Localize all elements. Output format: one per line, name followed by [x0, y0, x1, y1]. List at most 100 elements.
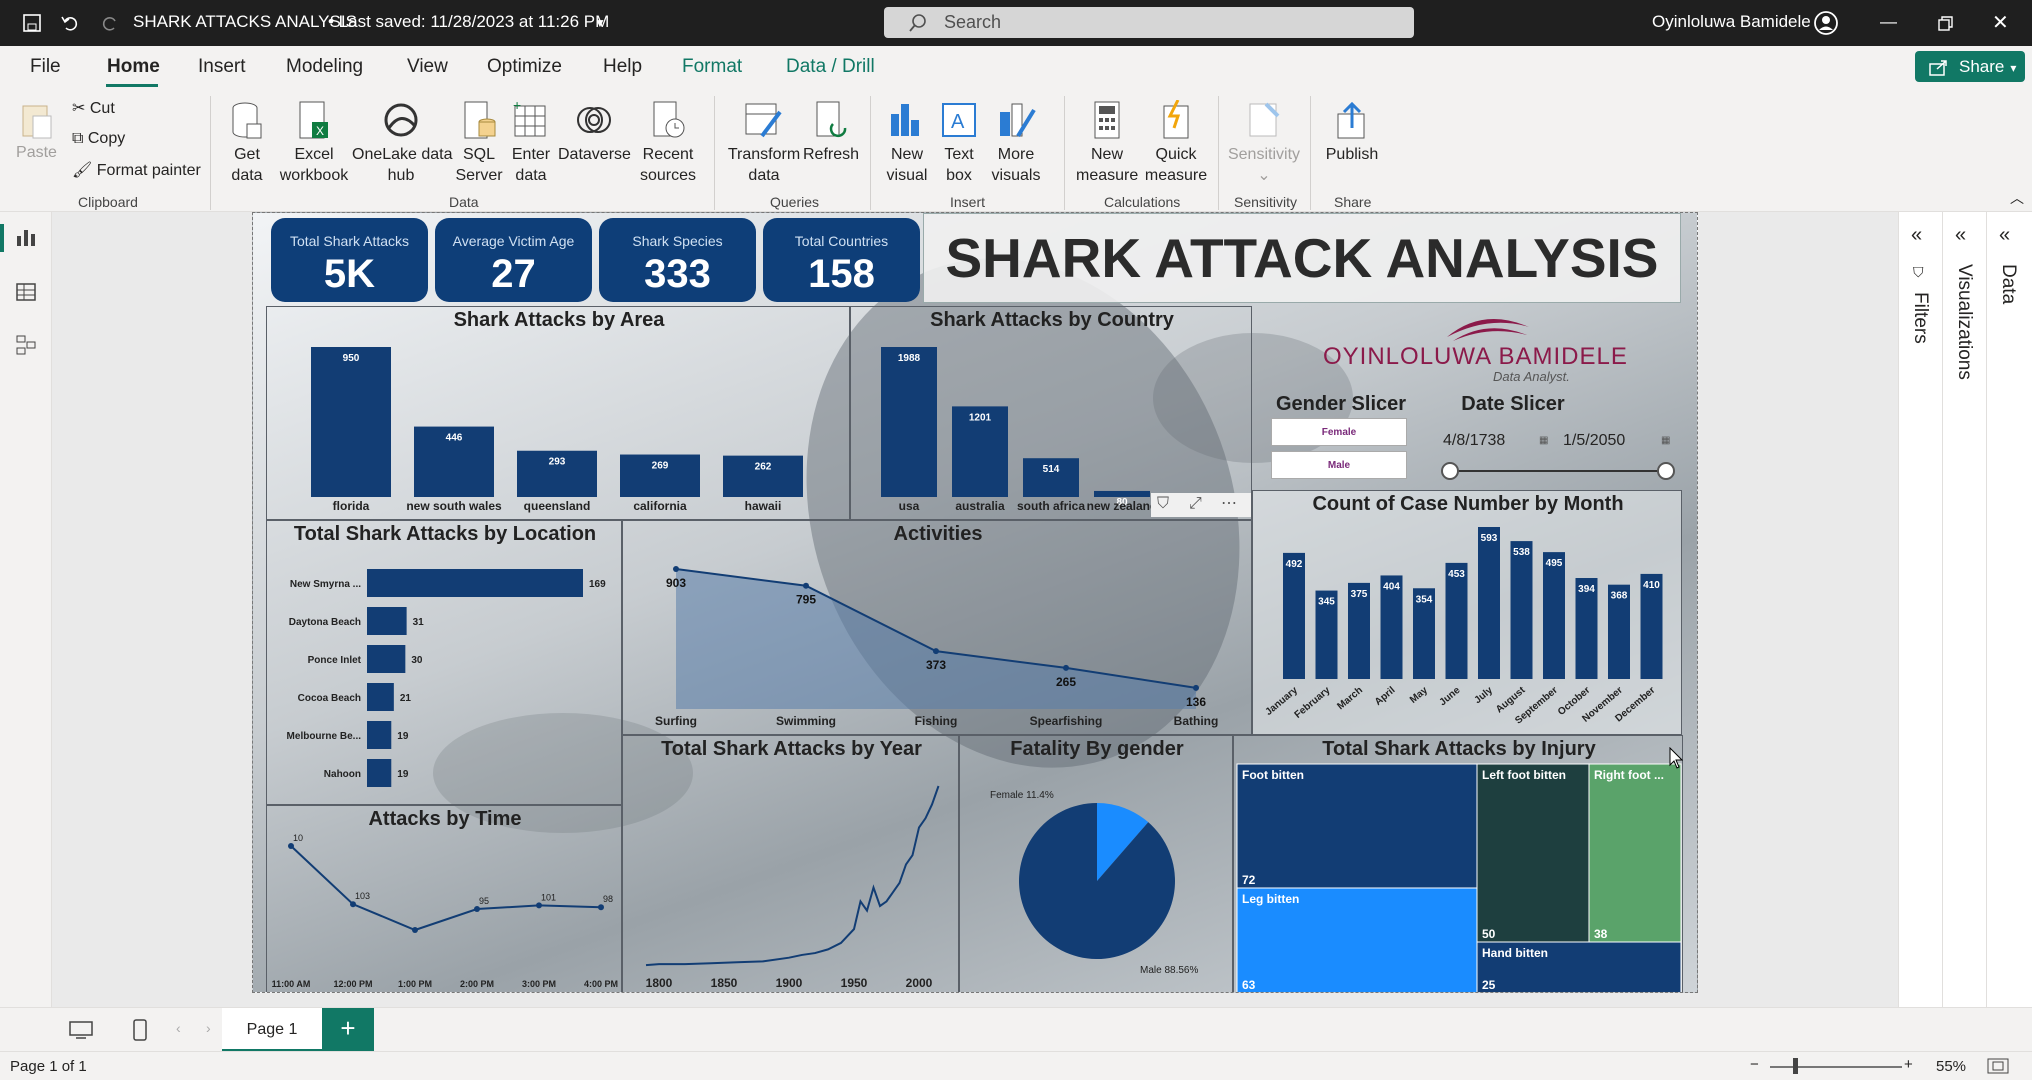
publish-button[interactable]: Publish — [1322, 100, 1382, 165]
focus-mode-icon[interactable]: ⤢ — [1189, 495, 1202, 513]
table-view-icon[interactable] — [15, 282, 37, 302]
area-fill — [676, 569, 1196, 709]
menu-insert[interactable]: Insert — [198, 56, 246, 78]
tab-page-1[interactable]: Page 1 — [222, 1008, 322, 1052]
zoom-slider[interactable] — [1770, 1066, 1902, 1068]
kpi-shark-species[interactable]: Shark Species 333 — [599, 218, 756, 302]
kpi-total-shark-attacks[interactable]: Total Shark Attacks 5K — [271, 218, 428, 302]
expand-data-icon[interactable]: « — [1999, 224, 2010, 247]
new-measure-button[interactable]: New measure — [1076, 100, 1138, 186]
get-data-button[interactable]: Get data — [222, 100, 272, 186]
undo-icon[interactable] — [60, 13, 80, 33]
transform-data-button[interactable]: Transform data — [726, 100, 802, 186]
bar — [1478, 527, 1500, 679]
fatality-chart-panel[interactable]: Fatality By gender Female 11.4% Male 88.5… — [959, 735, 1233, 992]
close-button[interactable]: ✕ — [1992, 10, 2009, 35]
menu-help[interactable]: Help — [603, 56, 642, 78]
date-range-end-handle[interactable] — [1657, 462, 1675, 480]
report-page[interactable]: Total Shark Attacks 5K Average Victim Age… — [252, 212, 1698, 993]
format-painter-button[interactable]: 🖌 Format painter — [72, 160, 201, 181]
data-pane[interactable]: « Data — [1986, 212, 2032, 1007]
data-label: Data — [1998, 264, 2019, 305]
data-label: 95 — [479, 896, 489, 906]
text-box-button[interactable]: A Text box — [936, 100, 982, 186]
menu-data-drill[interactable]: Data / Drill — [786, 56, 875, 78]
next-page-icon[interactable]: › — [206, 1020, 211, 1036]
user-name[interactable]: Oyinloluwa Bamidele — [1652, 12, 1811, 32]
gender-option-male[interactable]: Male — [1271, 451, 1407, 479]
menu-home[interactable]: Home — [107, 56, 160, 78]
data-label: 950 — [343, 353, 360, 364]
report-view-icon[interactable] — [15, 228, 37, 248]
restore-button[interactable] — [1938, 16, 1954, 32]
zoom-in-button[interactable]: + — [1904, 1056, 1913, 1073]
group-data: Data — [449, 194, 479, 210]
visualizations-pane[interactable]: « Visualizations — [1942, 212, 1986, 1007]
save-icon[interactable] — [22, 13, 42, 33]
more-options-icon[interactable]: ⋯ — [1221, 493, 1237, 513]
year-chart-panel[interactable]: Total Shark Attacks by Year 1800 1850 1900… — [622, 735, 959, 992]
menu-optimize[interactable]: Optimize — [487, 56, 562, 78]
mobile-layout-icon[interactable] — [132, 1018, 148, 1042]
onelake-data-hub-button[interactable]: OneLake data hub — [352, 100, 453, 186]
new-visual-button[interactable]: New visual — [882, 100, 932, 186]
expand-visualizations-icon[interactable]: « — [1955, 224, 1966, 247]
calendar-icon[interactable]: ▦ — [1539, 435, 1548, 446]
menu-view[interactable]: View — [407, 56, 448, 78]
copy-button[interactable]: ⧉ Copy — [72, 128, 125, 149]
date-range-start-handle[interactable] — [1441, 462, 1459, 480]
add-page-button[interactable]: + — [322, 1008, 374, 1052]
gender-option-female[interactable]: Female — [1271, 418, 1407, 446]
calendar-icon[interactable]: ▦ — [1661, 435, 1670, 446]
expand-filters-icon[interactable]: « — [1911, 224, 1922, 247]
month-chart-panel[interactable]: Count of Case Number by Month 492 January… — [1252, 490, 1682, 735]
database-icon — [232, 102, 262, 139]
menu-file[interactable]: File — [30, 56, 61, 78]
date-start[interactable]: 4/8/1738 — [1443, 432, 1505, 450]
fit-to-page-icon[interactable] — [1987, 1058, 2009, 1074]
sensitivity-button[interactable]: Sensitivity ⌄ — [1226, 100, 1302, 186]
zoom-out-button[interactable]: − — [1750, 1056, 1759, 1073]
location-chart-panel[interactable]: Total Shark Attacks by Location New Smyr… — [266, 520, 622, 805]
time-chart-panel[interactable]: Attacks by Time 10 11:00 AM 103 12:00 PM 1:0… — [266, 805, 622, 992]
recent-sources-button[interactable]: Recent sources — [632, 100, 704, 186]
menu-format[interactable]: Format — [682, 56, 742, 78]
minimize-button[interactable]: — — [1880, 12, 1897, 32]
model-view-icon[interactable] — [15, 334, 37, 356]
dataverse-button[interactable]: Dataverse — [558, 100, 631, 165]
more-visuals-button[interactable]: More visuals — [986, 100, 1046, 186]
injury-chart-panel[interactable]: Total Shark Attacks by Injury Foot bitte… — [1233, 735, 1683, 992]
tick-label: Nahoon — [324, 769, 361, 780]
paste-button[interactable]: Paste — [14, 100, 59, 163]
search-input[interactable]: Search — [884, 7, 1414, 38]
menu-modeling[interactable]: Modeling — [286, 56, 363, 78]
collapse-ribbon-icon[interactable]: ︿ — [2010, 188, 2024, 208]
filter-icon[interactable]: ⛉ — [1157, 495, 1169, 513]
zoom-slider-handle[interactable] — [1793, 1058, 1798, 1074]
kpi-total-countries[interactable]: Total Countries 158 — [763, 218, 920, 302]
date-end[interactable]: 1/5/2050 — [1563, 432, 1625, 450]
data-label: 903 — [666, 576, 686, 590]
redo-icon[interactable] — [100, 13, 120, 33]
desktop-layout-icon[interactable] — [68, 1020, 94, 1040]
sql-server-button[interactable]: SQL Server — [454, 100, 504, 186]
bar — [367, 607, 407, 635]
filters-pane[interactable]: « ⛉ Filters — [1898, 212, 1942, 1007]
chevron-down-icon[interactable]: ▼ — [594, 16, 606, 30]
enter-data-button[interactable]: + Enter data — [508, 100, 554, 186]
logo-swoosh-icon — [1447, 319, 1529, 341]
quick-measure-button[interactable]: Quick measure — [1140, 100, 1212, 186]
excel-workbook-button[interactable]: X Excel workbook — [278, 100, 350, 186]
country-chart-panel[interactable]: Shark Attacks by Country 1988 usa 1201 aust… — [850, 306, 1252, 520]
dataverse-icon — [577, 107, 611, 133]
tile-label: Hand bitten — [1482, 946, 1548, 960]
prev-page-icon[interactable]: ‹ — [176, 1020, 181, 1036]
tick-label: new south wales — [406, 499, 502, 513]
account-icon[interactable] — [1813, 10, 1839, 36]
activities-chart-panel[interactable]: Activities 903 Surfing 795 Swimming 373 Fishi… — [622, 520, 1252, 735]
area-chart-panel[interactable]: Shark Attacks by Area 950 florida 446 new s… — [266, 306, 850, 520]
cut-button[interactable]: ✂ Cut — [72, 98, 115, 119]
share-button[interactable]: Share ▾ — [1915, 51, 2025, 82]
kpi-average-victim-age[interactable]: Average Victim Age 27 — [435, 218, 592, 302]
refresh-button[interactable]: Refresh — [802, 100, 860, 165]
